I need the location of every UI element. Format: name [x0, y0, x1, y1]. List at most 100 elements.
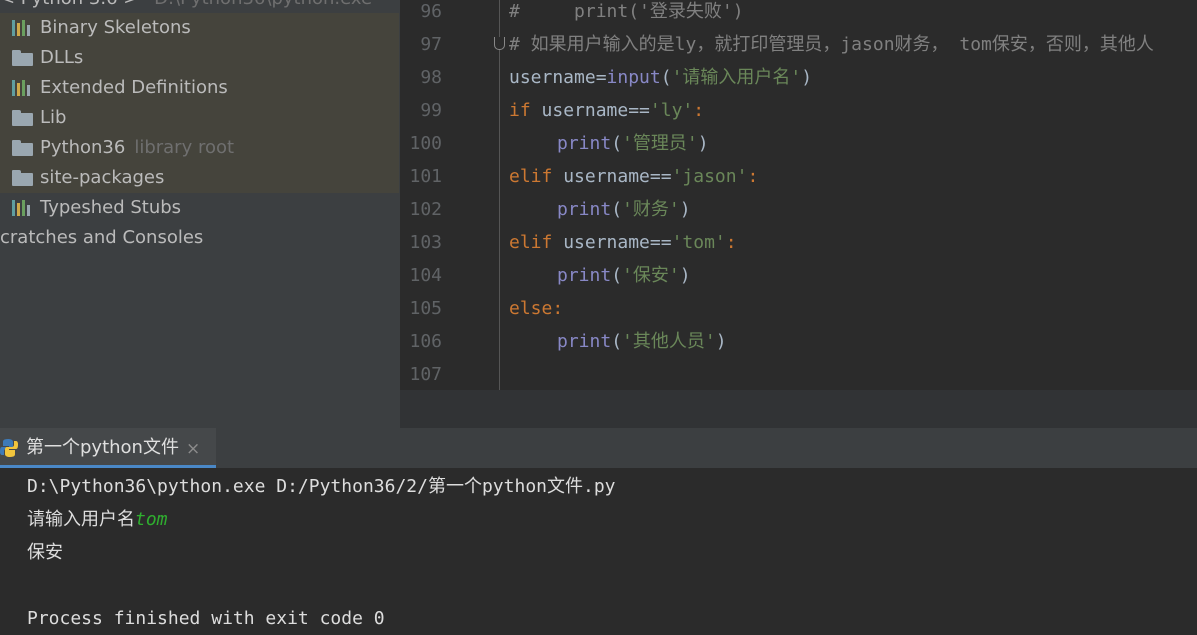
- string-token: '其他人员': [622, 331, 716, 352]
- comment-hash: #: [509, 1, 520, 22]
- code-token: (: [611, 133, 623, 154]
- tree-item-label: Binary Skeletons: [40, 17, 191, 38]
- library-bars-icon: [12, 20, 34, 36]
- tree-item-label: DLLs: [40, 47, 84, 68]
- console-command-line: D:\Python36\python.exe D:/Python36/2/第一个…: [27, 476, 616, 497]
- fold-marker-icon[interactable]: [494, 37, 505, 50]
- string-token: 'ly': [649, 100, 694, 121]
- line-number: 105: [409, 298, 442, 319]
- line-number: 101: [409, 166, 442, 187]
- code-token: username==: [530, 100, 650, 121]
- code-line-105[interactable]: else:: [509, 292, 563, 325]
- string-token: '管理员': [622, 133, 698, 154]
- tree-item-extended-definitions[interactable]: Extended Definitions: [0, 73, 399, 103]
- code-line-102[interactable]: print('财务'): [557, 193, 691, 226]
- code-line-103[interactable]: elif username=='tom':: [509, 226, 737, 259]
- code-line-96[interactable]: # print('登录失败'): [509, 0, 744, 28]
- folder-icon: [12, 50, 34, 66]
- string-token: '保安': [622, 265, 680, 286]
- comment-text: print('登录失败'): [519, 1, 744, 22]
- code-token: (: [611, 331, 623, 352]
- keyword-token: :: [725, 232, 737, 253]
- line-number: 106: [409, 331, 442, 352]
- builtin-token: print: [557, 199, 612, 220]
- project-tree: < Python 3.6 > D:\Python36\python.exe Bi…: [0, 0, 400, 428]
- library-bars-icon: [12, 200, 34, 216]
- builtin-token: input: [606, 67, 661, 88]
- folder-icon: [12, 110, 34, 126]
- tree-item-site-packages[interactable]: site-packages: [0, 163, 399, 193]
- tree-item-binary-skeletons[interactable]: Binary Skeletons: [0, 13, 399, 43]
- code-token: username=: [509, 67, 607, 88]
- folder-icon: [12, 170, 34, 186]
- run-toolbar: 第一个python文件 ×: [0, 428, 1197, 469]
- console-prompt: 请输入用户名: [27, 509, 135, 530]
- string-token: '请输入用户名': [671, 67, 802, 88]
- tree-item-label: site-packages: [40, 167, 165, 188]
- line-number: 99: [420, 100, 442, 121]
- code-token: ): [679, 265, 691, 286]
- keyword-token: else: [509, 298, 553, 319]
- code-token: (: [611, 265, 623, 286]
- library-root-hint: library root: [134, 137, 235, 158]
- python-icon: [0, 439, 18, 457]
- builtin-token: print: [557, 331, 612, 352]
- tree-item-label: Extended Definitions: [40, 77, 228, 98]
- keyword-token: :: [552, 298, 564, 319]
- tree-item-label: Lib: [40, 107, 67, 128]
- console-prompt-line: 请输入用户名tom: [27, 503, 168, 536]
- keyword-token: elif: [509, 166, 553, 187]
- line-number: 96: [420, 1, 442, 22]
- run-console[interactable]: D:\Python36\python.exe D:/Python36/2/第一个…: [0, 468, 1197, 629]
- gutter-divider: [499, 0, 500, 390]
- tree-item-lib[interactable]: Lib: [0, 103, 399, 133]
- code-editor[interactable]: 96 97 98 99 100 101 102 103 104 105 106 …: [400, 0, 1197, 390]
- editor-bottom-area: [400, 390, 1197, 428]
- code-line-97[interactable]: # 如果用户输入的是ly，就打印管理员，jason财务， tom保安，否则，其他…: [509, 28, 1154, 61]
- line-number: 107: [409, 364, 442, 385]
- console-output: 保安: [27, 542, 63, 563]
- keyword-token: :: [693, 100, 705, 121]
- code-token: ): [679, 199, 691, 220]
- code-token: username==: [552, 166, 672, 187]
- tree-item-label: Python36: [40, 137, 126, 158]
- code-token: ): [715, 331, 727, 352]
- string-token: 'jason': [671, 166, 748, 187]
- tree-item-dlls[interactable]: DLLs: [0, 43, 399, 73]
- run-tab[interactable]: 第一个python文件 ×: [0, 428, 216, 470]
- code-token: (: [611, 199, 623, 220]
- folder-icon: [12, 140, 34, 156]
- code-line-106[interactable]: print('其他人员'): [557, 325, 727, 358]
- tree-item-label: cratches and Consoles: [0, 227, 204, 248]
- library-bars-icon: [12, 80, 34, 96]
- run-tab-title: 第一个python文件: [26, 437, 179, 458]
- code-line-101[interactable]: elif username=='jason':: [509, 160, 758, 193]
- code-token: (: [660, 67, 672, 88]
- console-exit-message: Process finished with exit code 0: [27, 608, 385, 629]
- code-line-98[interactable]: username=input('请输入用户名'): [509, 61, 812, 94]
- code-token: username==: [552, 232, 672, 253]
- line-number: 103: [409, 232, 442, 253]
- code-line-104[interactable]: print('保安'): [557, 259, 691, 292]
- line-number: 97: [420, 34, 442, 55]
- builtin-token: print: [557, 133, 612, 154]
- line-number: 102: [409, 199, 442, 220]
- code-line-99[interactable]: if username=='ly':: [509, 94, 704, 127]
- line-number: 100: [409, 133, 442, 154]
- close-tab-icon[interactable]: ×: [186, 428, 200, 470]
- code-token: ): [801, 67, 813, 88]
- string-token: 'tom': [671, 232, 726, 253]
- tree-item-python36[interactable]: Python36 library root: [0, 133, 399, 163]
- tree-item-python-sdk[interactable]: < Python 3.6 > D:\Python36\python.exe: [0, 0, 372, 9]
- line-number: 104: [409, 265, 442, 286]
- keyword-token: elif: [509, 232, 553, 253]
- builtin-token: print: [557, 265, 612, 286]
- code-token: ): [697, 133, 709, 154]
- string-token: '财务': [622, 199, 680, 220]
- sdk-path: D:\Python36\python.exe: [154, 0, 372, 9]
- sdk-label: < Python 3.6 >: [0, 0, 138, 9]
- keyword-token: if: [509, 100, 531, 121]
- console-user-input: tom: [135, 509, 168, 530]
- comment-text: # 如果用户输入的是ly，就打印管理员，jason财务， tom保安，否则，其他…: [509, 34, 1154, 55]
- code-line-100[interactable]: print('管理员'): [557, 127, 709, 160]
